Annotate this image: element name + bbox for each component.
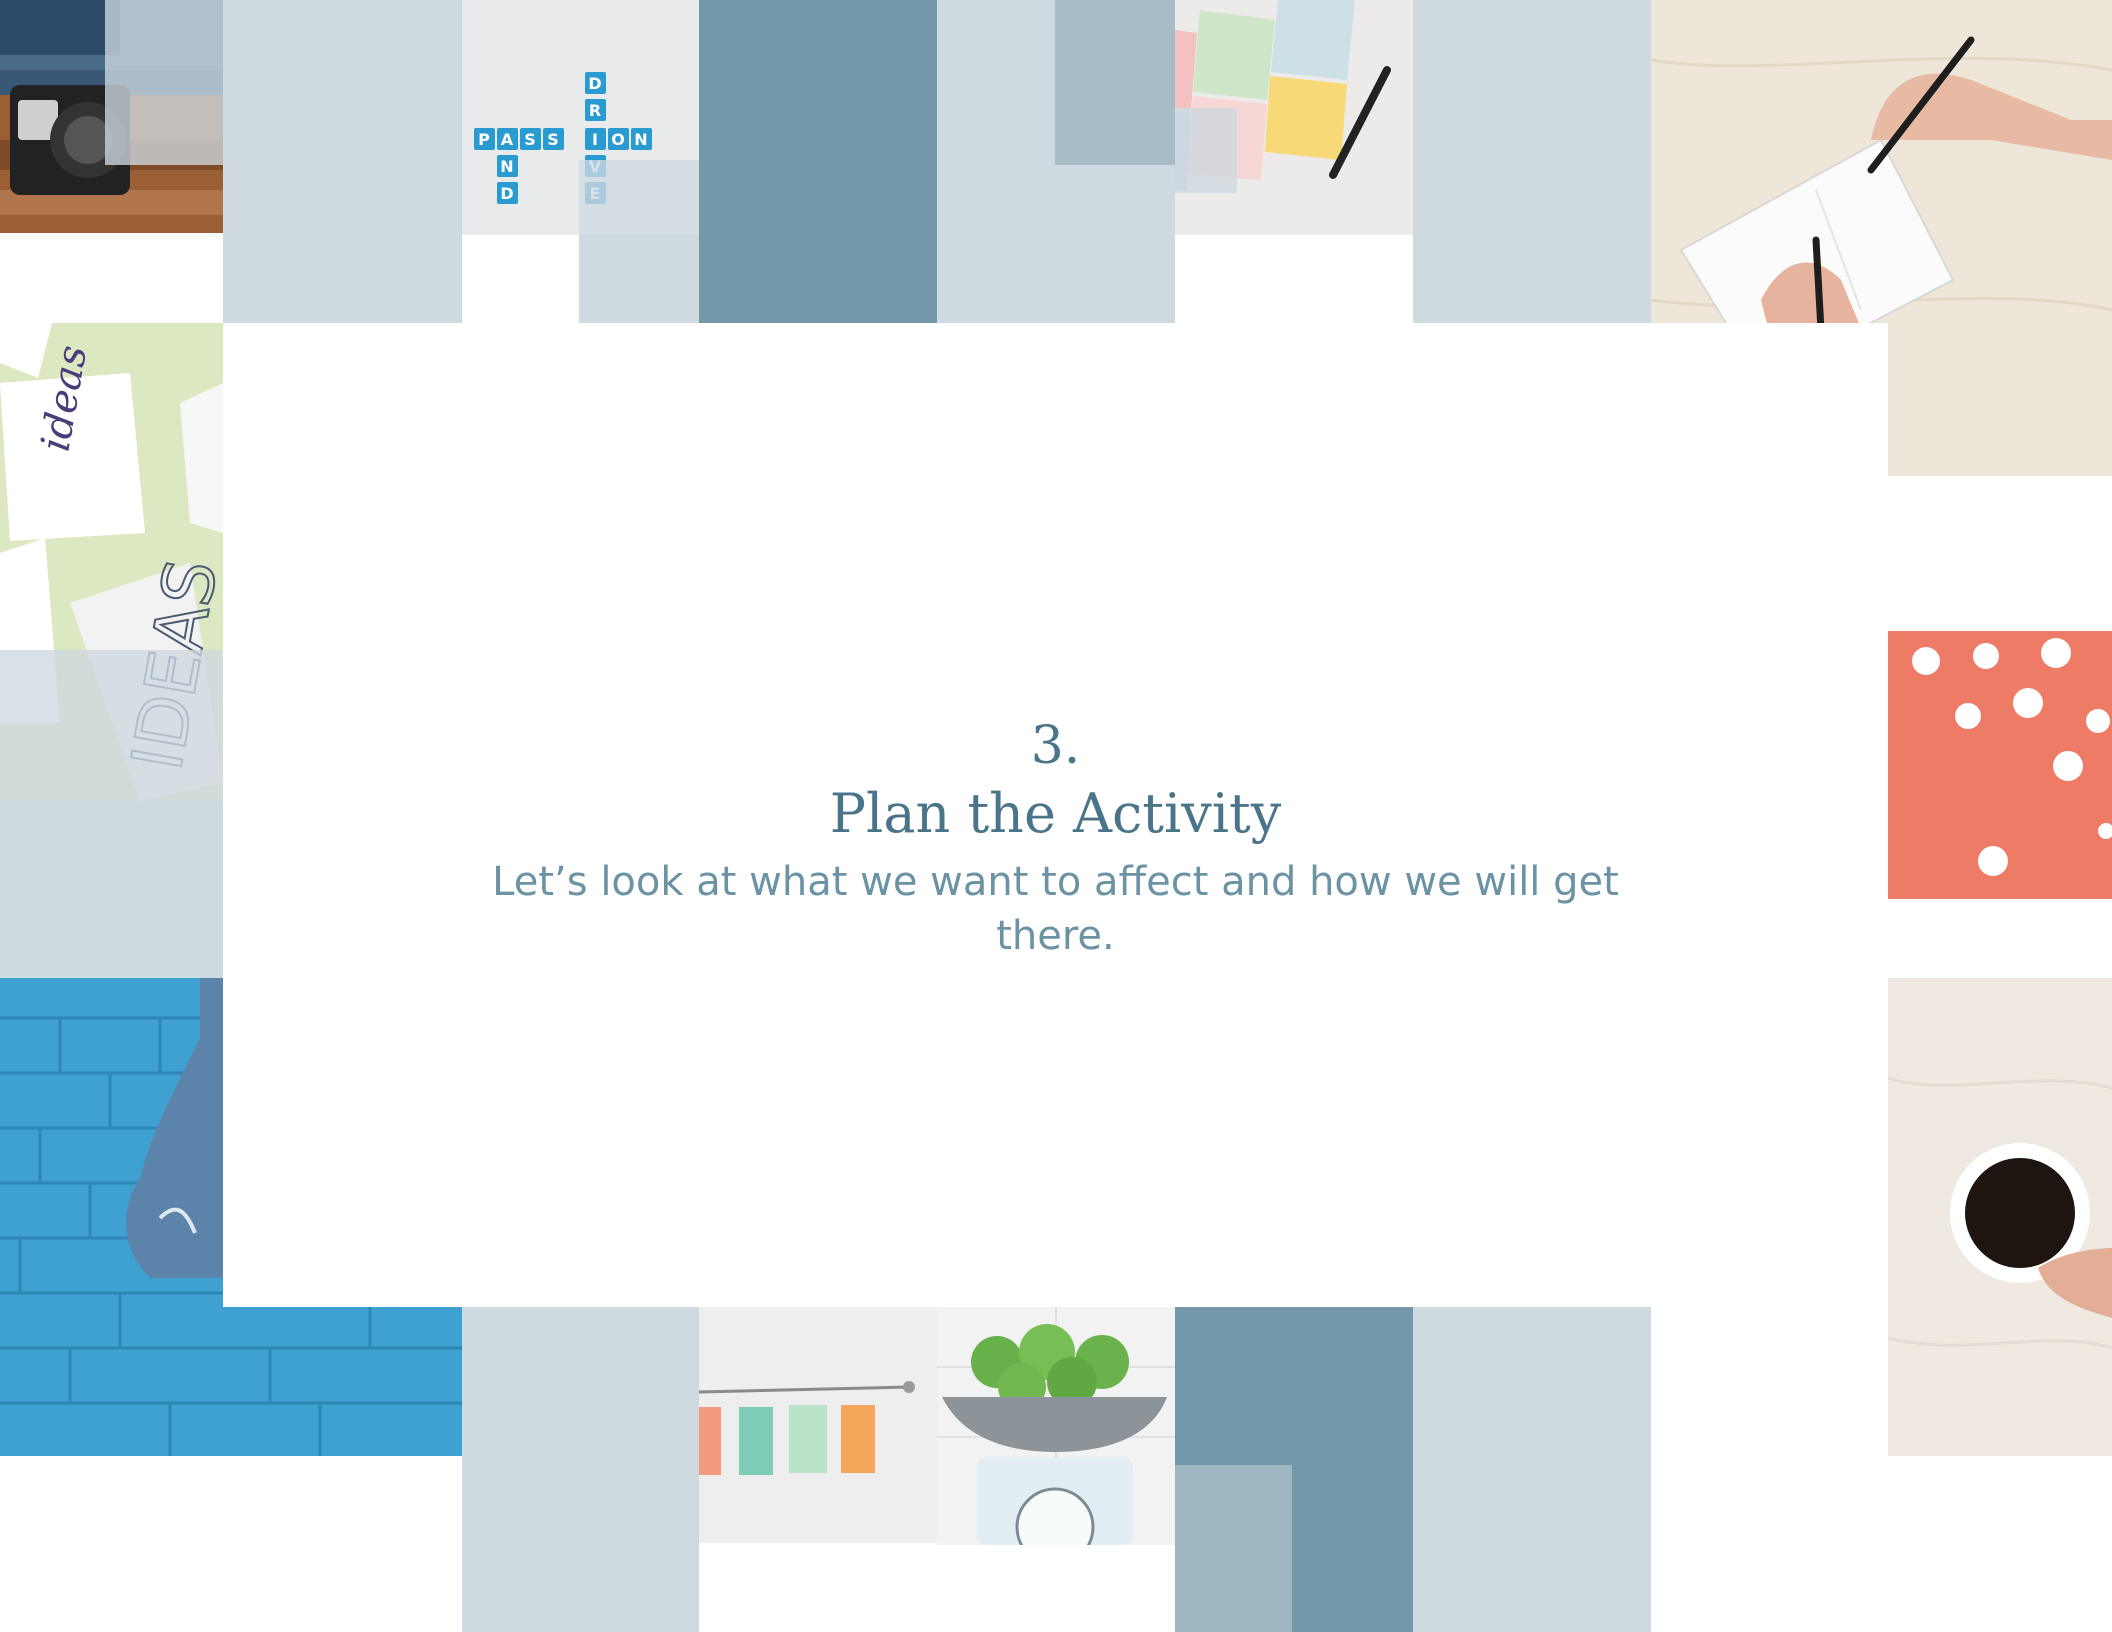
photo-coffee-cup-tile [1888,978,2112,1456]
scrabble-letter: A [501,130,514,149]
photo-camera-tile [0,0,223,233]
photo-crumpled-paper-tile [1888,631,2112,899]
section-title: Plan the Activity [829,782,1282,845]
mid-block [1175,1465,1292,1632]
scrabble-letter: P [478,130,490,149]
title-card: 3. Plan the Activity Let’s look at what … [223,323,1888,1307]
photo-scrabble-tile: PASSONIDRVEND [462,0,699,235]
scrabble-letter: I [592,130,598,149]
scrabble-letter: S [547,130,559,149]
pale-block [462,1307,699,1632]
pale-block [0,801,223,978]
photo-hanging-notes-tile [699,1307,937,1543]
dark-block [699,0,937,323]
scrabble-letter: D [588,74,601,93]
pale-block [1413,0,1651,323]
photo-ideas-cards-tile: ideas IDEAS [0,323,223,801]
scrabble-letter: N [634,130,647,149]
scrabble-letter: S [524,130,536,149]
scrabble-letter: N [500,157,513,176]
scrabble-letter: R [589,101,601,120]
title-group: 3. Plan the Activity Let’s look at what … [223,713,1888,963]
section-subtitle: Let’s look at what we want to affect and… [492,859,1619,959]
photo-sticky-notes-tile [1175,0,1413,235]
photo-apple-scale-tile [937,1307,1175,1545]
pale-block [223,0,462,323]
pale-block [579,235,699,323]
section-number: 3. [1030,716,1081,776]
pale-block [1413,1307,1651,1632]
scrabble-letter: O [611,130,625,149]
scrabble-letter: D [500,184,513,203]
mid-block [1055,0,1175,165]
